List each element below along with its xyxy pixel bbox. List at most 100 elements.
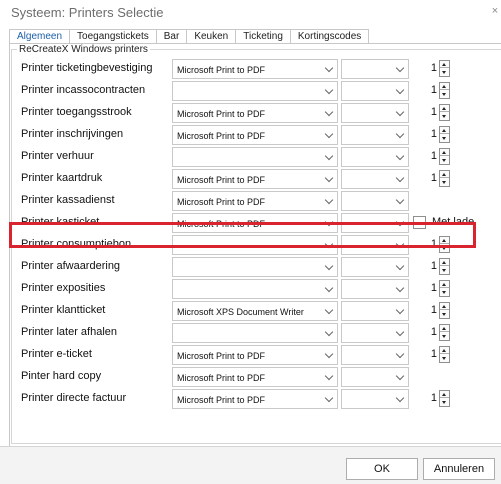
chevron-down-icon[interactable]: [395, 350, 405, 360]
tray-select[interactable]: [341, 103, 409, 123]
copies-value[interactable]: 1: [417, 106, 439, 118]
spin-down-icon[interactable]: [440, 267, 449, 274]
tray-select[interactable]: [341, 257, 409, 277]
spin-up-icon[interactable]: [440, 281, 449, 288]
spin-down-icon[interactable]: [440, 333, 449, 340]
spin-down-icon[interactable]: [440, 157, 449, 164]
tray-select[interactable]: [341, 169, 409, 189]
copies-value[interactable]: 1: [417, 326, 439, 338]
tray-select[interactable]: [341, 147, 409, 167]
chevron-down-icon[interactable]: [395, 218, 405, 228]
copies-stepper[interactable]: 1: [417, 147, 453, 167]
spin-up-icon[interactable]: [440, 303, 449, 310]
copies-stepper[interactable]: 1: [417, 279, 453, 299]
printer-select[interactable]: Microsoft Print to PDF: [172, 389, 338, 409]
close-icon[interactable]: ×: [490, 5, 500, 17]
printer-select[interactable]: [172, 147, 338, 167]
tab-bar[interactable]: Bar: [155, 29, 188, 44]
printer-select[interactable]: [172, 257, 338, 277]
copies-stepper[interactable]: 1: [417, 169, 453, 189]
tray-select[interactable]: [341, 81, 409, 101]
chevron-down-icon[interactable]: [324, 306, 334, 316]
spin-up-icon[interactable]: [440, 259, 449, 266]
tray-select[interactable]: [341, 301, 409, 321]
copies-value[interactable]: 1: [417, 282, 439, 294]
printer-select[interactable]: [172, 279, 338, 299]
chevron-down-icon[interactable]: [395, 108, 405, 118]
copies-stepper[interactable]: 1: [417, 257, 453, 277]
spin-up-icon[interactable]: [440, 61, 449, 68]
tab-ticketing[interactable]: Ticketing: [235, 29, 291, 44]
chevron-down-icon[interactable]: [324, 152, 334, 162]
copies-value[interactable]: 1: [417, 172, 439, 184]
copies-stepper[interactable]: 1: [417, 345, 453, 365]
chevron-down-icon[interactable]: [395, 262, 405, 272]
printer-select[interactable]: [172, 235, 338, 255]
tab-algemeen[interactable]: Algemeen: [9, 29, 71, 44]
chevron-down-icon[interactable]: [395, 284, 405, 294]
copies-stepper[interactable]: 1: [417, 323, 453, 343]
printer-select[interactable]: Microsoft Print to PDF: [172, 125, 338, 145]
printer-select[interactable]: [172, 323, 338, 343]
spin-down-icon[interactable]: [440, 355, 449, 362]
chevron-down-icon[interactable]: [324, 328, 334, 338]
printer-select[interactable]: Microsoft XPS Document Writer: [172, 301, 338, 321]
spin-down-icon[interactable]: [440, 113, 449, 120]
chevron-down-icon[interactable]: [395, 64, 405, 74]
copies-stepper[interactable]: 1: [417, 59, 453, 79]
copies-stepper[interactable]: 1: [417, 389, 453, 409]
tray-select[interactable]: [341, 367, 409, 387]
copies-stepper[interactable]: 1: [417, 301, 453, 321]
ok-button[interactable]: OK: [346, 458, 418, 480]
copies-value[interactable]: 1: [417, 348, 439, 360]
chevron-down-icon[interactable]: [324, 284, 334, 294]
spin-up-icon[interactable]: [440, 105, 449, 112]
spin-up-icon[interactable]: [440, 171, 449, 178]
chevron-down-icon[interactable]: [324, 262, 334, 272]
copies-value[interactable]: 1: [417, 260, 439, 272]
tray-select[interactable]: [341, 323, 409, 343]
chevron-down-icon[interactable]: [324, 64, 334, 74]
printer-select[interactable]: Microsoft Print to PDF: [172, 59, 338, 79]
chevron-down-icon[interactable]: [395, 372, 405, 382]
chevron-down-icon[interactable]: [324, 174, 334, 184]
spin-up-icon[interactable]: [440, 149, 449, 156]
spin-down-icon[interactable]: [440, 399, 449, 406]
spin-down-icon[interactable]: [440, 179, 449, 186]
spin-down-icon[interactable]: [440, 289, 449, 296]
copies-value[interactable]: 1: [417, 392, 439, 404]
chevron-down-icon[interactable]: [395, 86, 405, 96]
chevron-down-icon[interactable]: [395, 328, 405, 338]
copies-stepper[interactable]: 1: [417, 235, 453, 255]
tray-select[interactable]: [341, 213, 409, 233]
chevron-down-icon[interactable]: [324, 130, 334, 140]
copies-value[interactable]: 1: [417, 238, 439, 250]
tray-select[interactable]: [341, 125, 409, 145]
chevron-down-icon[interactable]: [395, 130, 405, 140]
spin-up-icon[interactable]: [440, 83, 449, 90]
printer-select[interactable]: Microsoft Print to PDF: [172, 367, 338, 387]
copies-value[interactable]: 1: [417, 304, 439, 316]
chevron-down-icon[interactable]: [324, 108, 334, 118]
chevron-down-icon[interactable]: [395, 174, 405, 184]
spin-down-icon[interactable]: [440, 311, 449, 318]
copies-value[interactable]: 1: [417, 150, 439, 162]
printer-select[interactable]: [172, 81, 338, 101]
chevron-down-icon[interactable]: [395, 240, 405, 250]
tray-select[interactable]: [341, 59, 409, 79]
chevron-down-icon[interactable]: [324, 240, 334, 250]
tab-keuken[interactable]: Keuken: [186, 29, 237, 44]
printer-select[interactable]: Microsoft Print to PDF: [172, 169, 338, 189]
printer-select[interactable]: Microsoft Print to PDF: [172, 103, 338, 123]
copies-value[interactable]: 1: [417, 62, 439, 74]
copies-stepper[interactable]: 1: [417, 103, 453, 123]
chevron-down-icon[interactable]: [324, 372, 334, 382]
tab-toegangstickets[interactable]: Toegangstickets: [69, 29, 157, 44]
spin-down-icon[interactable]: [440, 91, 449, 98]
tray-select[interactable]: [341, 191, 409, 211]
copies-value[interactable]: 1: [417, 84, 439, 96]
spin-up-icon[interactable]: [440, 347, 449, 354]
spin-up-icon[interactable]: [440, 325, 449, 332]
printer-select[interactable]: Microsoft Print to PDF: [172, 191, 338, 211]
tray-select[interactable]: [341, 389, 409, 409]
